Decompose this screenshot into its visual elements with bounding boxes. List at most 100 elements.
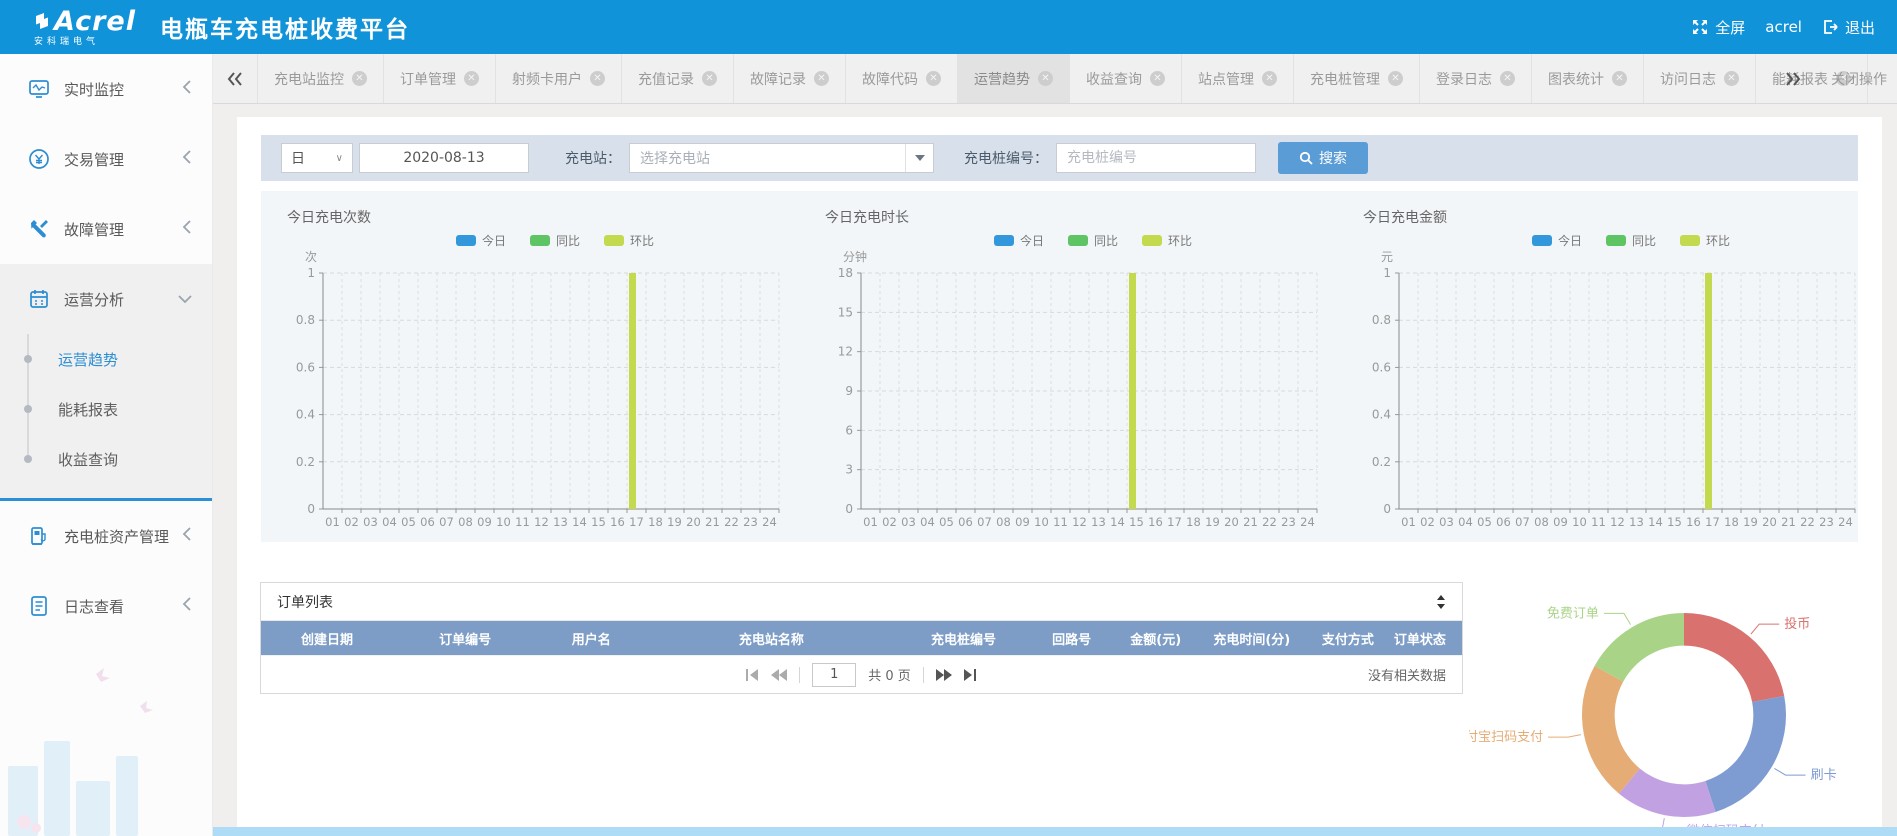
sidebar-item-故障管理[interactable]: 故障管理 [0,194,212,264]
svg-text:20: 20 [1224,515,1239,529]
column-header-充电站名称: 充电站名称 [645,629,897,648]
svg-text:18: 18 [1724,515,1739,529]
tab-close-icon[interactable]: ✕ [464,71,479,86]
svg-text:08: 08 [996,515,1011,529]
svg-text:09: 09 [477,515,492,529]
tab-close-icon[interactable]: ✕ [1612,71,1627,86]
sidebar-item-交易管理[interactable]: 交易管理 [0,124,212,194]
sidebar-item-label: 运营分析 [64,289,124,310]
tab-运营趋势[interactable]: 运营趋势✕ [958,54,1070,103]
charts-section: 今日充电次数 今日同比环比次00.20.40.60.81010203040506… [261,191,1858,542]
log-icon [28,595,50,617]
tab-站点管理[interactable]: 站点管理✕ [1182,54,1294,103]
column-header-充电桩编号: 充电桩编号 [898,629,1030,648]
sidebar-item-实时监控[interactable]: 实时监控 [0,54,212,124]
svg-text:15: 15 [591,515,606,529]
svg-text:04: 04 [382,515,397,529]
svg-text:0.6: 0.6 [296,360,315,374]
sidebar-item-充电桩资产管理[interactable]: 充电桩资产管理 [0,501,212,571]
tab-收益查询[interactable]: 收益查询✕ [1070,54,1182,103]
tab-close-icon[interactable]: ✕ [1150,71,1165,86]
sidebar-item-运营分析[interactable]: 运营分析 [0,264,212,334]
station-select[interactable]: 选择充电站 [629,143,934,173]
content-card: 日 ∨ 充电站： 选择充电站 充电桩编号： 搜索 今日充电次数 今日同比环比 [237,117,1882,827]
svg-text:环比: 环比 [630,234,654,248]
tab-label: 订单管理 [400,69,456,89]
svg-text:02: 02 [1420,515,1435,529]
period-select[interactable]: 日 ∨ [281,143,353,173]
tab-close-icon[interactable]: ✕ [1262,71,1277,86]
period-value: 日 [291,148,305,168]
tab-close-icon[interactable]: ✕ [1038,71,1053,86]
tab-订单管理[interactable]: 订单管理 ✕ [384,54,496,103]
svg-text:14: 14 [572,515,587,529]
tab-close-icon[interactable]: ✕ [352,71,367,86]
svg-text:23: 23 [1281,515,1296,529]
tab-图表统计[interactable]: 图表统计 ✕ [1532,54,1644,103]
tab-label: 图表统计 [1548,69,1604,89]
sidebar-subitem-运营趋势[interactable]: 运营趋势 [0,334,212,384]
last-page-button[interactable] [964,669,977,681]
svg-text:次: 次 [305,250,317,264]
tab-close-icon[interactable]: ✕ [1724,71,1739,86]
tab-故障记录[interactable]: 故障记录✕ [734,54,846,103]
pile-number-input[interactable] [1056,143,1256,173]
svg-text:03: 03 [901,515,916,529]
sidebar-subitem-label: 收益查询 [58,449,118,470]
tab-close-icon[interactable]: ✕ [926,71,941,86]
page-number-input[interactable] [812,663,856,687]
tab-射频卡用户[interactable]: 射频卡用户✕ [496,54,622,103]
tab-label: 访问日志 [1660,69,1716,89]
acrel-logo-icon [34,12,50,30]
tab-close-icon[interactable]: ✕ [1388,71,1403,86]
svg-text:15: 15 [838,305,853,319]
date-input[interactable] [359,143,529,173]
pile-asset-icon [28,525,50,547]
svg-text:11: 11 [1053,515,1068,529]
tabs-scroll-left-button[interactable] [213,54,257,103]
svg-text:6: 6 [845,423,853,437]
sidebar-watermark-decoration [0,646,213,836]
select-caret-button[interactable] [905,144,933,172]
column-header-订单编号: 订单编号 [393,629,537,648]
tab-label: 登录日志 [1436,69,1492,89]
logout-button[interactable]: 退出 [1822,17,1875,38]
svg-text:20: 20 [686,515,701,529]
transaction-icon [28,148,50,170]
sort-updown-icon[interactable] [1436,595,1446,609]
sidebar-item-日志查看[interactable]: 日志查看 [0,571,212,641]
svg-text:元: 元 [1381,250,1393,264]
next-page-button[interactable] [936,669,952,681]
svg-text:0: 0 [845,502,853,516]
search-button[interactable]: 搜索 [1278,142,1368,174]
horizontal-scrollbar[interactable] [213,827,1897,836]
donut-label-免费订单: 免费订单 [1547,606,1599,621]
tab-访问日志[interactable]: 访问日志 ✕ [1644,54,1756,103]
tab-close-icon[interactable]: ✕ [702,71,717,86]
prev-page-button[interactable] [771,669,787,681]
tabs-scroll-right-button[interactable] [1771,54,1815,103]
tab-故障代码[interactable]: 故障代码✕ [846,54,958,103]
svg-text:12: 12 [534,515,549,529]
svg-text:06: 06 [420,515,435,529]
svg-text:05: 05 [401,515,416,529]
close-operations-menu[interactable]: 关闭操作 [1821,54,1897,103]
svg-text:05: 05 [1477,515,1492,529]
tab-close-icon[interactable]: ✕ [1500,71,1515,86]
sidebar-subitem-能耗报表[interactable]: 能耗报表 [0,384,212,434]
search-icon [1299,151,1313,165]
first-page-button[interactable] [746,669,759,681]
tab-登录日志[interactable]: 登录日志 ✕ [1420,54,1532,103]
sidebar-subitem-收益查询[interactable]: 收益查询 [0,434,212,484]
tab-充值记录[interactable]: 充值记录✕ [622,54,734,103]
page-title: 电瓶车充电桩收费平台 [160,10,410,44]
tab-close-icon[interactable]: ✕ [814,71,829,86]
tab-充电桩管理[interactable]: 充电桩管理✕ [1294,54,1420,103]
chevron-left-icon [182,597,192,615]
username[interactable]: acrel [1765,18,1802,36]
svg-text:06: 06 [1496,515,1511,529]
tab-充电站监控[interactable]: 充电站监控✕ [257,54,384,103]
tab-close-icon[interactable]: ✕ [590,71,605,86]
fullscreen-button[interactable]: 全屏 [1692,17,1745,38]
svg-text:23: 23 [1819,515,1834,529]
